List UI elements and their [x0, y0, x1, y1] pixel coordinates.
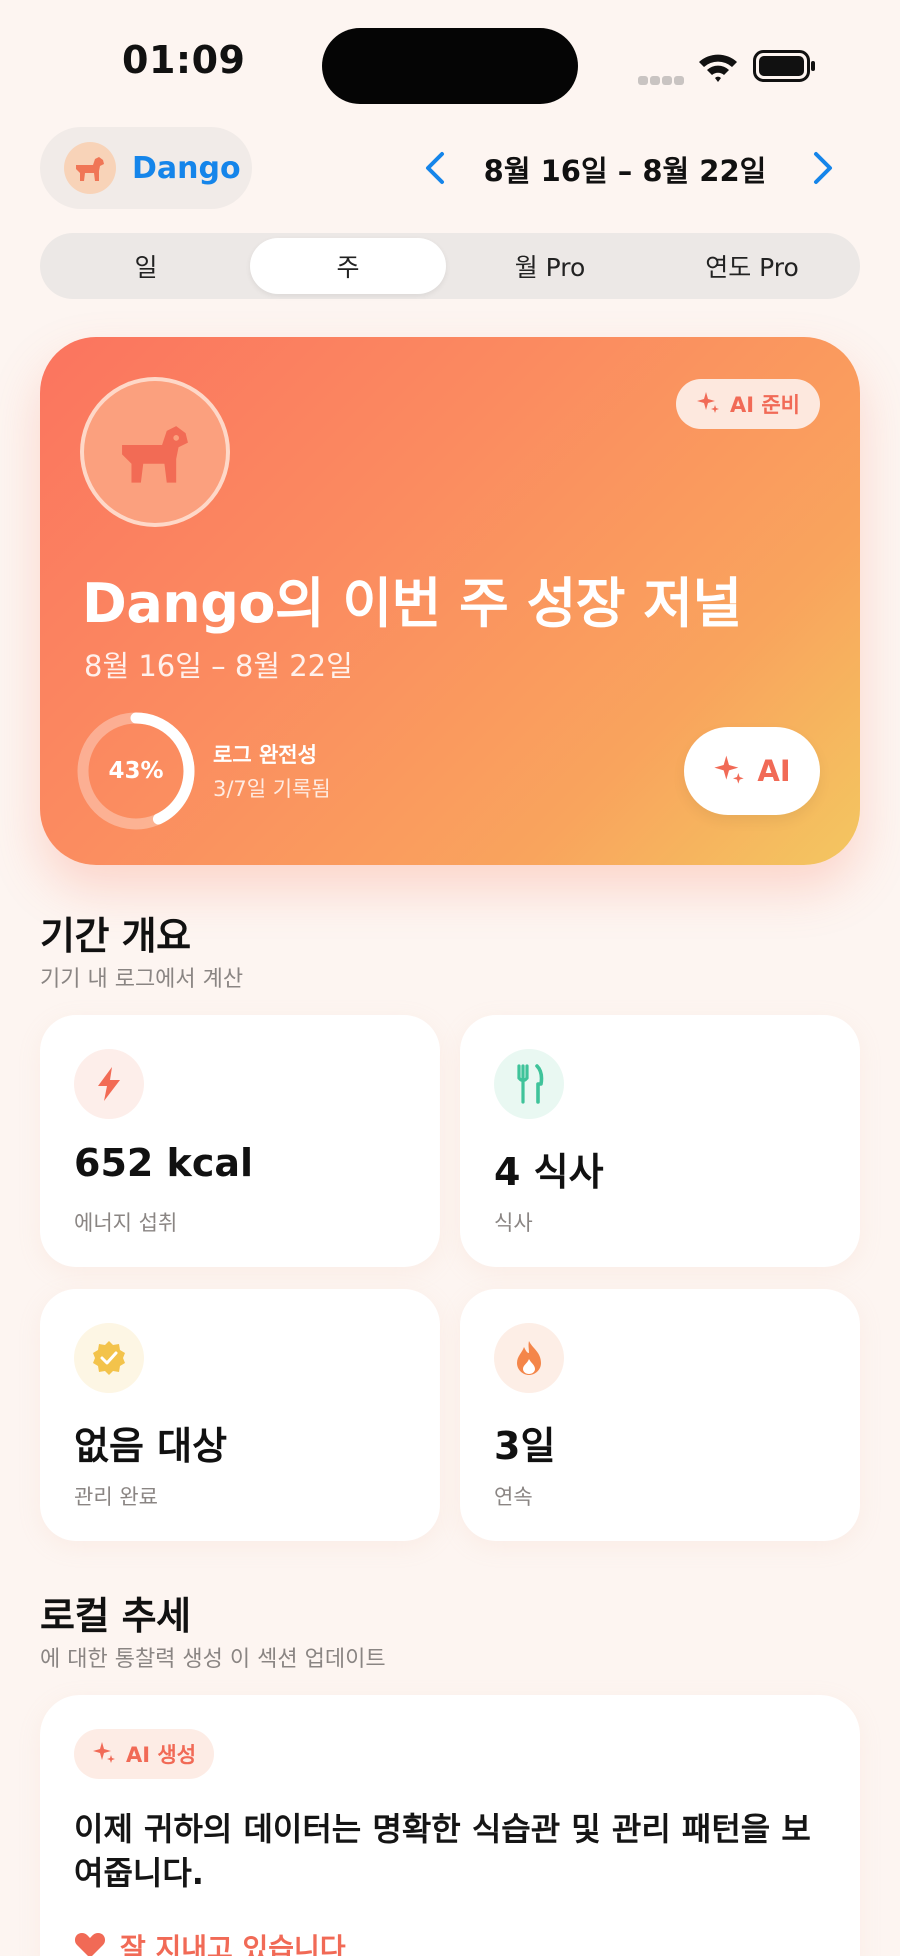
tab-year-pro[interactable]: 연도 Pro — [654, 238, 850, 294]
pet-selector-button[interactable]: Dango — [40, 127, 252, 209]
stat-label: 관리 완료 — [74, 1485, 158, 1509]
log-completeness-percent: 43% — [108, 758, 164, 784]
status-time: 01:09 — [122, 38, 246, 82]
check-badge-icon — [74, 1323, 144, 1393]
bolt-icon — [74, 1049, 144, 1119]
ai-button[interactable]: AI — [684, 727, 820, 815]
insight-status-text: 잘 지내고 있습니다 — [120, 1932, 346, 1956]
stat-card-energy[interactable]: 652 kcal 에너지 섭취 — [40, 1015, 440, 1267]
stat-value: 없음 대상 — [74, 1424, 228, 1468]
sparkle-icon — [92, 1740, 116, 1768]
insight-text: 이제 귀하의 데이터는 명확한 식습관 및 관리 패턴을 보여줍니다. — [74, 1810, 811, 1892]
ai-generated-badge: AI 생성 — [74, 1729, 215, 1779]
trend-section-subtitle: 에 대한 통찰력 생성 이 섹션 업데이트 — [40, 1647, 386, 1672]
weekly-journal-hero-card: AI 준비 Dango의 이번 주 성장 저널 8월 16일 – 8월 22일 … — [40, 337, 860, 865]
stat-card-meals[interactable]: 4 식사 식사 — [460, 1015, 860, 1267]
log-completeness-label: 로그 완전성 — [213, 743, 317, 767]
tab-day[interactable]: 일 — [48, 238, 244, 294]
trend-section-title: 로컬 추세 — [40, 1594, 191, 1638]
fork-knife-icon — [494, 1049, 564, 1119]
hero-date-range: 8월 16일 – 8월 22일 — [84, 649, 353, 683]
wifi-icon — [697, 50, 739, 84]
stat-value: 652 kcal — [74, 1141, 254, 1185]
stat-label: 연속 — [494, 1485, 533, 1509]
heart-icon — [74, 1931, 106, 1956]
insight-status: 잘 지내고 있습니다 — [74, 1927, 346, 1956]
overview-section-subtitle: 기기 내 로그에서 계산 — [40, 967, 244, 992]
period-segmented-control: 일 주 월 Pro 연도 Pro — [40, 233, 860, 299]
stat-label: 식사 — [494, 1211, 533, 1235]
sparkle-icon — [696, 390, 720, 418]
dog-avatar-icon — [64, 142, 116, 194]
ai-insight-card[interactable]: AI 생성 이제 귀하의 데이터는 명확한 식습관 및 관리 패턴을 보여줍니다… — [40, 1695, 860, 1956]
ai-button-label: AI — [757, 754, 791, 788]
sparkle-icon — [713, 753, 745, 789]
date-range-label: 8월 16일 – 8월 22일 — [483, 154, 767, 188]
chevron-left-icon[interactable] — [418, 148, 452, 188]
tab-month-pro[interactable]: 월 Pro — [452, 238, 648, 294]
stat-label: 에너지 섭취 — [74, 1211, 178, 1235]
tab-week[interactable]: 주 — [250, 238, 446, 294]
log-completeness-detail: 3/7일 기록됨 — [213, 777, 331, 801]
battery-icon — [753, 50, 817, 82]
dynamic-island — [322, 28, 578, 104]
flame-icon — [494, 1323, 564, 1393]
pet-name: Dango — [132, 150, 241, 186]
stat-value: 3일 — [494, 1424, 556, 1468]
stat-card-care[interactable]: 없음 대상 관리 완료 — [40, 1289, 440, 1541]
overview-section-title: 기간 개요 — [40, 914, 191, 958]
ai-ready-label: AI 준비 — [729, 393, 800, 417]
stat-card-streak[interactable]: 3일 연속 — [460, 1289, 860, 1541]
ai-generated-label: AI 생성 — [126, 1743, 197, 1767]
chevron-right-icon[interactable] — [806, 148, 840, 188]
stat-value: 4 식사 — [494, 1150, 604, 1194]
cellular-signal-icon — [638, 70, 686, 85]
ai-ready-badge: AI 준비 — [675, 379, 820, 429]
hero-title: Dango의 이번 주 성장 저널 — [82, 572, 742, 635]
dog-avatar-icon — [80, 377, 230, 527]
